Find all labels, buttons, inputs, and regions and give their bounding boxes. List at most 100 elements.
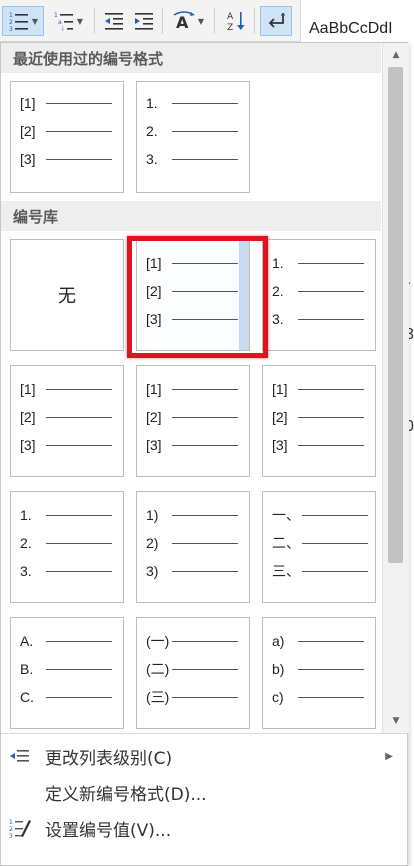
list-marker: (二) [146, 661, 170, 677]
chevron-down-icon: ▼ [76, 16, 84, 26]
scroll-up-arrow-icon[interactable]: ▲ [383, 45, 409, 65]
svg-text:A: A [176, 13, 189, 32]
none-label: 无 [58, 286, 76, 307]
svg-text:1: 1 [9, 12, 13, 19]
list-marker: a) [272, 633, 285, 649]
recent-formats-header: 最近使用过的编号格式 [1, 43, 381, 73]
decrease-indent-icon [105, 13, 123, 30]
list-marker: [2] [272, 409, 288, 425]
numbering-format-tile[interactable]: [1] [2] [3] [262, 365, 376, 477]
list-marker: 2. [20, 535, 32, 551]
list-marker: 2) [146, 535, 159, 551]
list-marker: [2] [146, 283, 162, 299]
list-marker: [1] [20, 381, 36, 397]
svg-text:3: 3 [9, 833, 13, 839]
numbering-format-tile[interactable]: 1. 2. 3. [10, 491, 124, 603]
list-marker: [2] [146, 409, 162, 425]
toolbar-divider [162, 8, 163, 34]
list-marker: [1] [146, 381, 162, 397]
set-numbering-value-icon: 1 2 3 [9, 819, 31, 839]
list-marker: 三、 [272, 563, 300, 579]
recent-format-tile[interactable]: [1] [2] [3] [10, 81, 124, 193]
numbering-button[interactable]: 1 2 3 ▼ [2, 6, 44, 36]
gallery-scrollbar[interactable]: ▲ ▼ [382, 43, 409, 733]
menu-item-label: 定义新编号格式(D)... [45, 784, 207, 805]
list-marker: (三) [146, 689, 170, 705]
multilevel-list-icon: 1 a i [54, 12, 73, 32]
numbering-none-tile[interactable]: 无 [10, 239, 124, 351]
list-marker: [1] [146, 255, 162, 271]
numbering-format-tile[interactable]: (一) (二) (三) [136, 617, 250, 729]
toolbar-divider [254, 8, 255, 34]
recent-format-tile[interactable]: 1. 2. 3. [136, 81, 250, 193]
numbering-dropdown: 最近使用过的编号格式 [1] [2] [3] 1. 2. 3. 编号库 无 [1… [0, 42, 409, 866]
text-direction-button[interactable]: A ▼ [168, 6, 208, 36]
hover-highlight [239, 240, 249, 350]
paragraph-marks-icon [268, 13, 285, 28]
svg-text:a: a [58, 19, 62, 26]
sort-button[interactable]: A Z [222, 6, 250, 36]
change-list-level-icon [10, 750, 29, 762]
list-marker: C. [20, 689, 34, 705]
increase-indent-icon [135, 13, 153, 30]
show-marks-button[interactable] [260, 6, 292, 36]
svg-text:i: i [62, 26, 64, 32]
toolbar-divider [94, 8, 95, 34]
list-marker: 二、 [272, 535, 300, 551]
list-marker: 1. [272, 255, 284, 271]
list-marker: 3. [20, 563, 32, 579]
menu-divider [1, 733, 407, 734]
list-marker: [3] [272, 437, 288, 453]
list-marker: b) [272, 661, 285, 677]
change-list-level-menu-item[interactable]: 更改列表级别(C) ▶ [1, 739, 407, 773]
svg-text:3: 3 [9, 26, 13, 32]
chevron-down-icon: ▼ [197, 16, 205, 26]
numbering-format-tile[interactable]: a) b) c) [262, 617, 376, 729]
define-new-number-format-menu-item[interactable]: 定义新编号格式(D)... [1, 775, 407, 809]
decrease-indent-button[interactable] [100, 6, 128, 36]
set-numbering-value-menu-item[interactable]: 1 2 3 设置编号值(V)... [1, 811, 407, 845]
sort-icon: A Z [227, 12, 245, 32]
numbering-library-header: 编号库 [1, 201, 381, 231]
multilevel-list-button[interactable]: 1 a i ▼ [48, 6, 88, 36]
list-marker: 3. [272, 311, 284, 327]
list-marker: 1. [146, 95, 158, 111]
list-marker: 2. [146, 123, 158, 139]
list-marker: [1] [272, 381, 288, 397]
numbering-format-tile[interactable]: [1] [2] [3] [136, 365, 250, 477]
list-marker: (一) [146, 633, 170, 649]
list-marker: [2] [20, 409, 36, 425]
svg-text:1: 1 [54, 12, 58, 19]
ribbon-toolbar: 1 2 3 ▼ 1 a i ▼ A ▼ A Z [0, 0, 300, 42]
list-marker: 1) [146, 507, 159, 523]
numbering-icon: 1 2 3 [9, 12, 28, 32]
list-marker: 1. [20, 507, 32, 523]
list-marker: [2] [20, 123, 36, 139]
numbering-format-tile-selected[interactable]: [1] [2] [3] [136, 239, 250, 351]
list-marker: B. [20, 661, 34, 677]
numbering-format-tile[interactable]: 一、 二、 三、 [262, 491, 376, 603]
list-marker: 一、 [272, 507, 300, 523]
chevron-down-icon: ▼ [31, 16, 39, 26]
list-marker: 2. [272, 283, 284, 299]
scroll-down-arrow-icon[interactable]: ▼ [383, 711, 409, 731]
list-marker: c) [272, 689, 284, 705]
numbering-format-tile[interactable]: [1] [2] [3] [10, 365, 124, 477]
numbering-format-tile[interactable]: 1. 2. 3. [262, 239, 376, 351]
numbering-format-tile[interactable]: 1) 2) 3) [136, 491, 250, 603]
style-preview[interactable]: AaBbCcDdI [309, 20, 393, 38]
svg-text:1: 1 [9, 819, 13, 826]
scrollbar-thumb[interactable] [388, 67, 403, 563]
svg-text:Z: Z [227, 23, 233, 32]
numbering-format-tile[interactable]: A. B. C. [10, 617, 124, 729]
list-marker: 3) [146, 563, 159, 579]
svg-text:A: A [227, 12, 234, 22]
list-marker: 3. [146, 151, 158, 167]
svg-text:2: 2 [9, 19, 13, 26]
list-marker: [3] [146, 437, 162, 453]
list-marker: [3] [146, 311, 162, 327]
list-marker: A. [20, 633, 34, 649]
menu-item-label: 设置编号值(V)... [45, 820, 172, 841]
svg-text:2: 2 [9, 826, 13, 833]
increase-indent-button[interactable] [130, 6, 158, 36]
